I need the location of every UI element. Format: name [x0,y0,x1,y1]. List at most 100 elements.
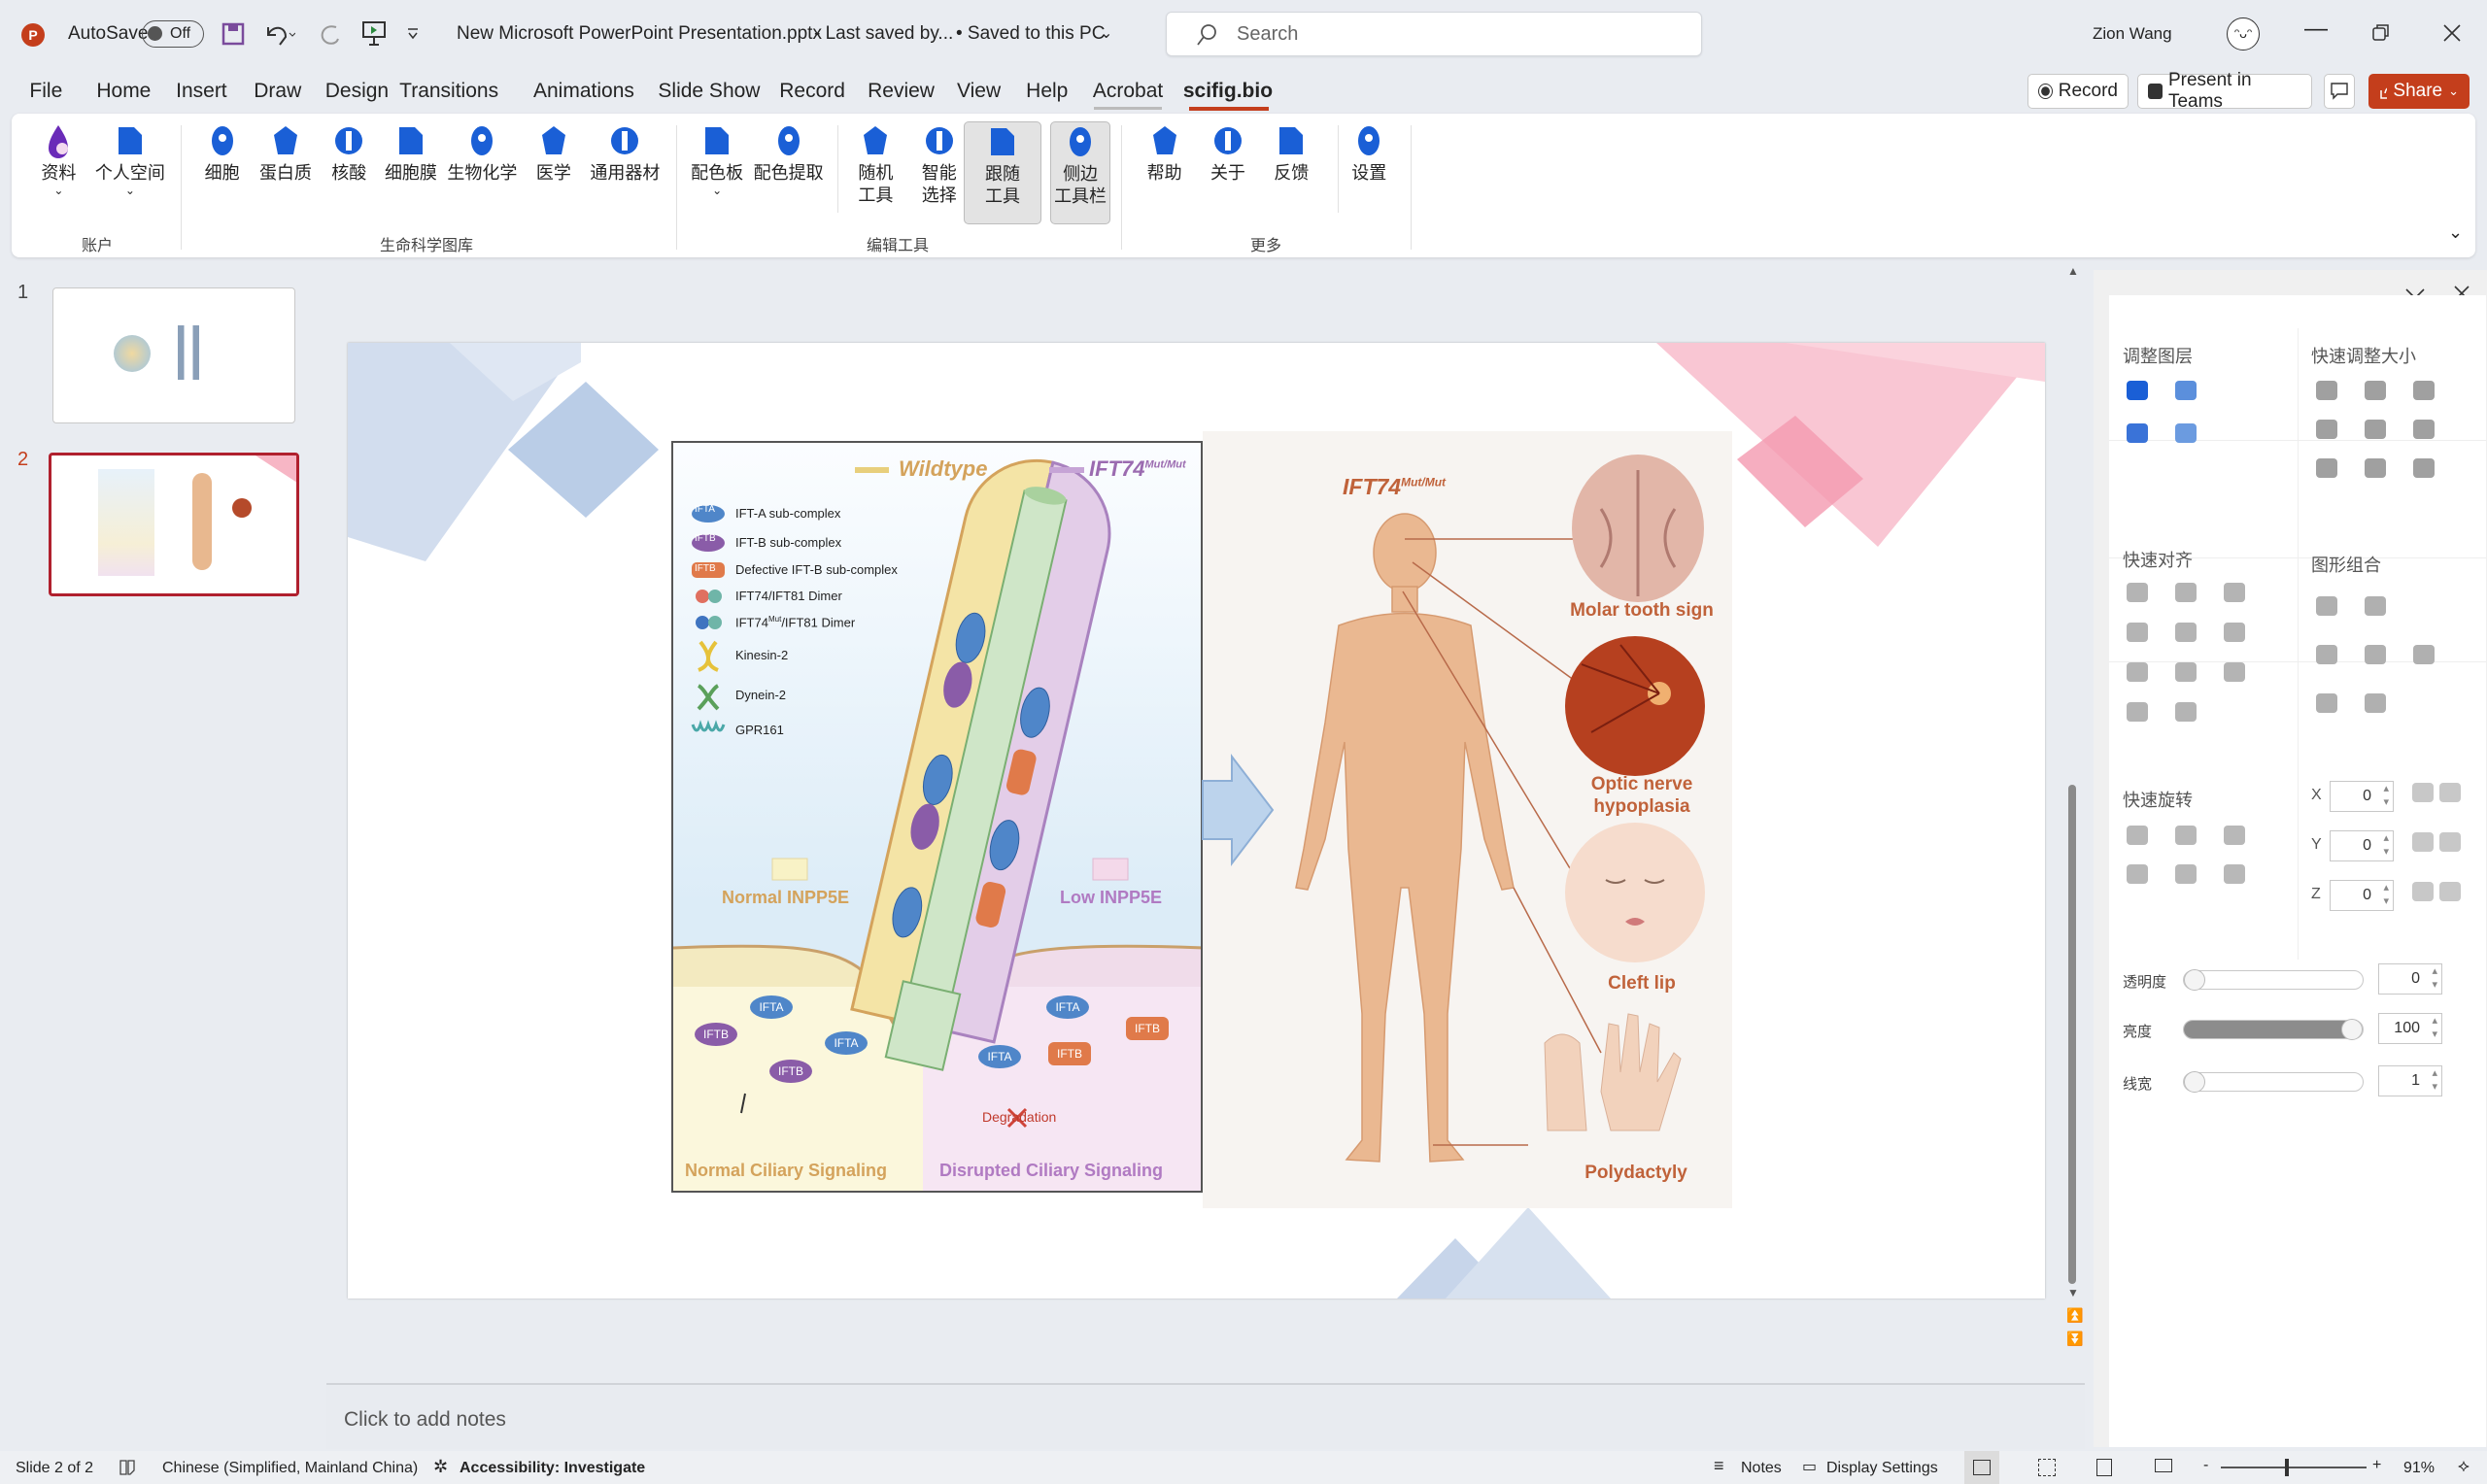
send-to-back-icon[interactable] [2175,423,2197,443]
zoom-in-button[interactable]: + [2372,1457,2381,1474]
ribbon-button-9[interactable]: 配色板 ⌄ [686,121,748,215]
ribbon-button-18[interactable]: 设置 [1338,121,1400,215]
tab-design[interactable]: Design [325,80,389,103]
slider-thumb[interactable] [2341,1019,2363,1040]
ribbon-button-13[interactable]: 跟随 工具 [964,121,1042,224]
align-right-icon[interactable] [2224,623,2245,642]
bring-forward-icon[interactable] [2127,381,2148,400]
save-icon[interactable] [221,22,245,46]
linewidth-slider[interactable] [2183,1071,2364,1093]
align-middle-icon[interactable] [2224,583,2245,602]
tab-scifig-bio[interactable]: scifig.bio [1183,80,1273,103]
linewidth-input[interactable]: 1 [2378,1065,2442,1096]
notes-placeholder[interactable]: Click to add notes [344,1408,506,1432]
z-rotate-ccw-icon[interactable] [2412,882,2434,901]
ribbon-button-4[interactable]: 核酸 [318,121,380,215]
display-settings-button[interactable]: Display Settings [1826,1460,1938,1477]
ungroup-icon[interactable] [2365,596,2386,616]
equal-height-icon[interactable] [2175,702,2197,722]
next-slide-icon[interactable]: ⏬ [2066,1331,2083,1347]
tab-record[interactable]: Record [779,80,845,103]
dropdown-chevron-icon[interactable]: ⌄ [91,185,169,196]
tab-file[interactable]: File [29,80,62,103]
bring-to-front-icon[interactable] [2127,423,2148,443]
tab-draw[interactable]: Draw [254,80,301,103]
normal-view-button[interactable] [1964,1451,1999,1484]
slider-thumb[interactable] [2184,1071,2205,1093]
reading-view-button[interactable] [2096,1459,2112,1476]
tab-animations[interactable]: Animations [533,80,634,103]
x-rotate-cw-icon[interactable] [2439,783,2461,802]
tab-acrobat[interactable]: Acrobat [1093,80,1163,103]
record-button[interactable]: Record [2027,74,2129,109]
align-center-vertical-icon[interactable] [2127,583,2148,602]
zoom-out-button[interactable]: - [2203,1457,2208,1474]
tab-insert[interactable]: Insert [176,80,227,103]
ribbon-button-16[interactable]: 关于 [1197,121,1259,215]
phenotype-figure-panel[interactable]: IFT74Mut/Mut Molar tooth sign Optic nerv… [1202,431,1732,1208]
ribbon-button-10[interactable]: 配色提取 [750,121,828,215]
slide-sorter-button[interactable] [2038,1459,2056,1476]
tab-slide-show[interactable]: Slide Show [658,80,760,103]
tab-review[interactable]: Review [868,80,935,103]
ribbon-button-17[interactable]: 反馈 [1260,121,1322,215]
rotate-left-1-icon[interactable] [2127,826,2148,845]
y-rotation-input[interactable]: 0 [2330,830,2394,861]
x-rotate-ccw-icon[interactable] [2412,783,2434,802]
select-bounds-icon[interactable] [2316,693,2337,713]
share-dropdown-icon[interactable]: ⌄ [2448,84,2459,99]
avatar[interactable]: ᵔᴗᵔ [2227,17,2260,51]
y-rotate-ccw-icon[interactable] [2412,832,2434,852]
zoom-level[interactable]: 91% [2403,1460,2435,1477]
collapse-ribbon-icon[interactable]: ⌄ [2448,222,2463,243]
combine-icon[interactable] [2365,645,2386,664]
union-icon[interactable] [2316,645,2337,664]
ribbon-button-3[interactable]: 蛋白质 [255,121,317,215]
start-from-beginning-icon[interactable] [361,19,387,47]
search-box[interactable]: Search [1166,12,1702,56]
spell-check-icon[interactable] [119,1459,136,1476]
flip-horizontal-icon[interactable] [2224,864,2245,884]
opacity-slider[interactable] [2183,969,2364,991]
tab-transitions[interactable]: Transitions [399,80,498,103]
x-rotation-input[interactable]: 0 [2330,781,2394,812]
ribbon-button-15[interactable]: 帮助 [1134,121,1196,215]
narrow-icon[interactable] [2365,420,2386,439]
dropdown-chevron-icon[interactable]: ⌄ [686,185,748,196]
autosave-toggle[interactable]: Off [142,20,204,48]
shrink-icon[interactable] [2316,420,2337,439]
previous-slide-icon[interactable]: ⏫ [2066,1307,2083,1324]
match-width-icon[interactable] [2365,458,2386,478]
slider-thumb[interactable] [2184,969,2205,991]
z-rotate-cw-icon[interactable] [2439,882,2461,901]
distribute-vertical-icon[interactable] [2224,662,2245,682]
present-in-teams-button[interactable]: Present in Teams [2137,70,2312,112]
widen-icon[interactable] [2365,381,2386,400]
heighten-icon[interactable] [2413,381,2435,400]
align-left-icon[interactable] [2127,623,2148,642]
rotate-right-1-icon[interactable] [2175,826,2197,845]
zoom-slider[interactable] [2221,1459,2367,1476]
customize-toolbar-icon[interactable] [406,27,420,41]
rotate-right-90-icon[interactable] [2175,864,2197,884]
slide-thumbnail-1[interactable] [52,287,295,423]
intersect-icon[interactable] [2413,645,2435,664]
swap-icon[interactable] [2365,693,2386,713]
rotate-left-90-icon[interactable] [2127,864,2148,884]
vertical-scrollbar[interactable]: ▲ ▼ ⏫ ⏬ [2065,264,2083,1358]
send-backward-icon[interactable] [2175,381,2197,400]
shorten-icon[interactable] [2413,420,2435,439]
fit-to-window-icon[interactable]: ⟡ [2458,1456,2470,1476]
ribbon-button-7[interactable]: 医学 [523,121,585,215]
slide-canvas[interactable]: Wildtype IFT74Mut/Mut IFTA IFTB IFTB IFT… [348,343,2045,1298]
tab-home[interactable]: Home [96,80,151,103]
user-name[interactable]: Zion Wang [2093,24,2172,44]
tab-view[interactable]: View [957,80,1001,103]
minimize-icon[interactable]: — [2304,16,2328,43]
match-size-icon[interactable] [2316,458,2337,478]
match-height-icon[interactable] [2413,458,2435,478]
ribbon-button-14[interactable]: 侧边 工具栏 [1050,121,1111,224]
redo-icon[interactable] [317,21,342,47]
ribbon-button-1[interactable]: 个人空间 ⌄ [91,121,169,215]
align-center-icon[interactable] [2175,623,2197,642]
